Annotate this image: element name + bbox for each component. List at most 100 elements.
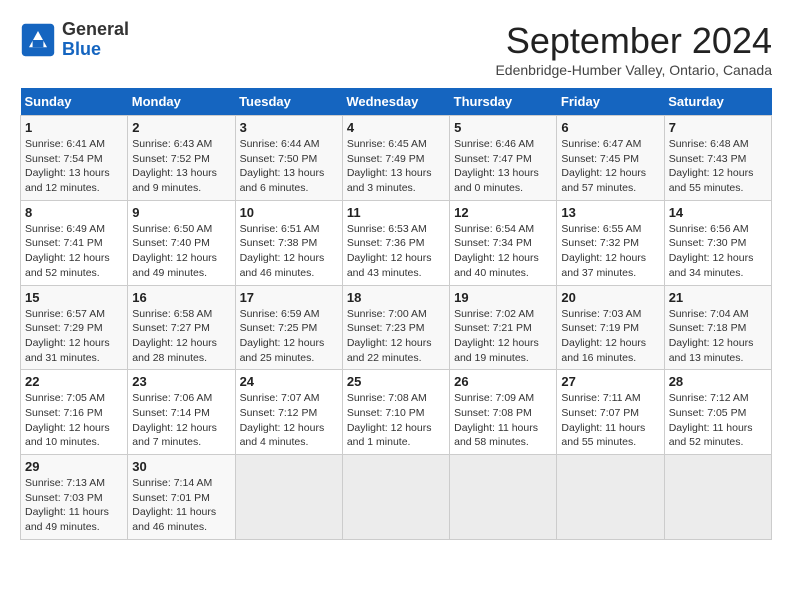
calendar-day-cell: 29 Sunrise: 7:13 AMSunset: 7:03 PMDayligh… <box>21 455 128 540</box>
day-number: 21 <box>669 290 767 305</box>
day-info: Sunrise: 7:13 AMSunset: 7:03 PMDaylight:… <box>25 476 123 535</box>
logo-icon <box>20 22 56 58</box>
day-number: 24 <box>240 374 338 389</box>
day-info: Sunrise: 7:06 AMSunset: 7:14 PMDaylight:… <box>132 391 230 450</box>
day-info: Sunrise: 6:57 AMSunset: 7:29 PMDaylight:… <box>25 307 123 366</box>
calendar-day-cell: 15Sunrise: 6:57 AMSunset: 7:29 PMDayligh… <box>21 285 128 370</box>
day-info: Sunrise: 7:04 AMSunset: 7:18 PMDaylight:… <box>669 307 767 366</box>
calendar-day-cell: 3 Sunrise: 6:44 AMSunset: 7:50 PMDaylight… <box>235 116 342 201</box>
calendar-body: 1Sunrise: 6:41 AMSunset: 7:54 PMDaylight… <box>21 116 772 540</box>
day-number: 29 <box>25 459 123 474</box>
logo-blue: Blue <box>62 39 101 59</box>
logo: General Blue <box>20 20 129 60</box>
day-number: 18 <box>347 290 445 305</box>
day-number: 17 <box>240 290 338 305</box>
day-number: 10 <box>240 205 338 220</box>
calendar-day-cell: 8 Sunrise: 6:49 AMSunset: 7:41 PMDaylight… <box>21 200 128 285</box>
weekday-header: Monday <box>128 88 235 116</box>
calendar-day-cell: 22 Sunrise: 7:05 AMSunset: 7:16 PMDayligh… <box>21 370 128 455</box>
calendar-day-cell: 27 Sunrise: 7:11 AMSunset: 7:07 PMDayligh… <box>557 370 664 455</box>
day-info: Sunrise: 6:49 AMSunset: 7:41 PMDaylight:… <box>25 222 123 281</box>
calendar-day-cell: 21 Sunrise: 7:04 AMSunset: 7:18 PMDayligh… <box>664 285 771 370</box>
day-number: 12 <box>454 205 552 220</box>
day-number: 16 <box>132 290 230 305</box>
day-info: Sunrise: 7:00 AMSunset: 7:23 PMDaylight:… <box>347 307 445 366</box>
day-info: Sunrise: 7:09 AMSunset: 7:08 PMDaylight:… <box>454 391 552 450</box>
day-info: Sunrise: 6:45 AMSunset: 7:49 PMDaylight:… <box>347 137 445 196</box>
calendar-day-cell: 10 Sunrise: 6:51 AMSunset: 7:38 PMDayligh… <box>235 200 342 285</box>
day-info: Sunrise: 6:47 AMSunset: 7:45 PMDaylight:… <box>561 137 659 196</box>
day-number: 2 <box>132 120 230 135</box>
day-info: Sunrise: 7:14 AMSunset: 7:01 PMDaylight:… <box>132 476 230 535</box>
calendar-day-cell: 7Sunrise: 6:48 AMSunset: 7:43 PMDaylight… <box>664 116 771 201</box>
calendar-day-cell: 13Sunrise: 6:55 AMSunset: 7:32 PMDayligh… <box>557 200 664 285</box>
day-number: 3 <box>240 120 338 135</box>
calendar-day-cell: 18 Sunrise: 7:00 AMSunset: 7:23 PMDayligh… <box>342 285 449 370</box>
month-title: September 2024 <box>495 20 772 62</box>
day-number: 7 <box>669 120 767 135</box>
weekday-header: Tuesday <box>235 88 342 116</box>
day-number: 5 <box>454 120 552 135</box>
day-number: 19 <box>454 290 552 305</box>
calendar-day-cell: 11 Sunrise: 6:53 AMSunset: 7:36 PMDayligh… <box>342 200 449 285</box>
day-info: Sunrise: 6:54 AMSunset: 7:34 PMDaylight:… <box>454 222 552 281</box>
day-number: 23 <box>132 374 230 389</box>
calendar-day-cell <box>235 455 342 540</box>
calendar-day-cell: 25 Sunrise: 7:08 AMSunset: 7:10 PMDayligh… <box>342 370 449 455</box>
day-number: 25 <box>347 374 445 389</box>
weekday-header: Saturday <box>664 88 771 116</box>
calendar-day-cell: 16 Sunrise: 6:58 AMSunset: 7:27 PMDayligh… <box>128 285 235 370</box>
calendar-day-cell <box>450 455 557 540</box>
calendar-day-cell: 30 Sunrise: 7:14 AMSunset: 7:01 PMDayligh… <box>128 455 235 540</box>
day-number: 11 <box>347 205 445 220</box>
calendar-day-cell: 4 Sunrise: 6:45 AMSunset: 7:49 PMDaylight… <box>342 116 449 201</box>
day-info: Sunrise: 7:05 AMSunset: 7:16 PMDaylight:… <box>25 391 123 450</box>
day-info: Sunrise: 6:51 AMSunset: 7:38 PMDaylight:… <box>240 222 338 281</box>
day-info: Sunrise: 7:08 AMSunset: 7:10 PMDaylight:… <box>347 391 445 450</box>
calendar-table: SundayMondayTuesdayWednesdayThursdayFrid… <box>20 88 772 540</box>
day-info: Sunrise: 6:58 AMSunset: 7:27 PMDaylight:… <box>132 307 230 366</box>
calendar-day-cell: 5 Sunrise: 6:46 AMSunset: 7:47 PMDaylight… <box>450 116 557 201</box>
day-number: 28 <box>669 374 767 389</box>
day-info: Sunrise: 7:07 AMSunset: 7:12 PMDaylight:… <box>240 391 338 450</box>
day-number: 6 <box>561 120 659 135</box>
day-number: 22 <box>25 374 123 389</box>
day-info: Sunrise: 6:59 AMSunset: 7:25 PMDaylight:… <box>240 307 338 366</box>
calendar-day-cell: 20 Sunrise: 7:03 AMSunset: 7:19 PMDayligh… <box>557 285 664 370</box>
day-number: 27 <box>561 374 659 389</box>
calendar-day-cell <box>557 455 664 540</box>
calendar-day-cell: 9Sunrise: 6:50 AMSunset: 7:40 PMDaylight… <box>128 200 235 285</box>
day-number: 14 <box>669 205 767 220</box>
day-info: Sunrise: 6:53 AMSunset: 7:36 PMDaylight:… <box>347 222 445 281</box>
calendar-day-cell: 12 Sunrise: 6:54 AMSunset: 7:34 PMDayligh… <box>450 200 557 285</box>
calendar-day-cell <box>342 455 449 540</box>
day-number: 1 <box>25 120 123 135</box>
calendar-week-row: 1Sunrise: 6:41 AMSunset: 7:54 PMDaylight… <box>21 116 772 201</box>
calendar-day-cell: 14 Sunrise: 6:56 AMSunset: 7:30 PMDayligh… <box>664 200 771 285</box>
header-row: SundayMondayTuesdayWednesdayThursdayFrid… <box>21 88 772 116</box>
weekday-header: Thursday <box>450 88 557 116</box>
calendar-week-row: 15Sunrise: 6:57 AMSunset: 7:29 PMDayligh… <box>21 285 772 370</box>
location: Edenbridge-Humber Valley, Ontario, Canad… <box>495 62 772 78</box>
day-number: 4 <box>347 120 445 135</box>
day-number: 26 <box>454 374 552 389</box>
day-number: 20 <box>561 290 659 305</box>
day-info: Sunrise: 6:43 AMSunset: 7:52 PMDaylight:… <box>132 137 230 196</box>
weekday-header: Wednesday <box>342 88 449 116</box>
title-block: September 2024 Edenbridge-Humber Valley,… <box>495 20 772 78</box>
calendar-day-cell: 24 Sunrise: 7:07 AMSunset: 7:12 PMDayligh… <box>235 370 342 455</box>
calendar-day-cell <box>664 455 771 540</box>
page-header: General Blue September 2024 Edenbridge-H… <box>20 20 772 78</box>
day-info: Sunrise: 7:11 AMSunset: 7:07 PMDaylight:… <box>561 391 659 450</box>
calendar-day-cell: 28Sunrise: 7:12 AMSunset: 7:05 PMDayligh… <box>664 370 771 455</box>
day-number: 8 <box>25 205 123 220</box>
day-info: Sunrise: 6:56 AMSunset: 7:30 PMDaylight:… <box>669 222 767 281</box>
day-info: Sunrise: 6:44 AMSunset: 7:50 PMDaylight:… <box>240 137 338 196</box>
day-number: 30 <box>132 459 230 474</box>
calendar-day-cell: 23 Sunrise: 7:06 AMSunset: 7:14 PMDayligh… <box>128 370 235 455</box>
weekday-header: Friday <box>557 88 664 116</box>
day-info: Sunrise: 7:03 AMSunset: 7:19 PMDaylight:… <box>561 307 659 366</box>
day-info: Sunrise: 6:46 AMSunset: 7:47 PMDaylight:… <box>454 137 552 196</box>
calendar-day-cell: 1Sunrise: 6:41 AMSunset: 7:54 PMDaylight… <box>21 116 128 201</box>
day-number: 9 <box>132 205 230 220</box>
